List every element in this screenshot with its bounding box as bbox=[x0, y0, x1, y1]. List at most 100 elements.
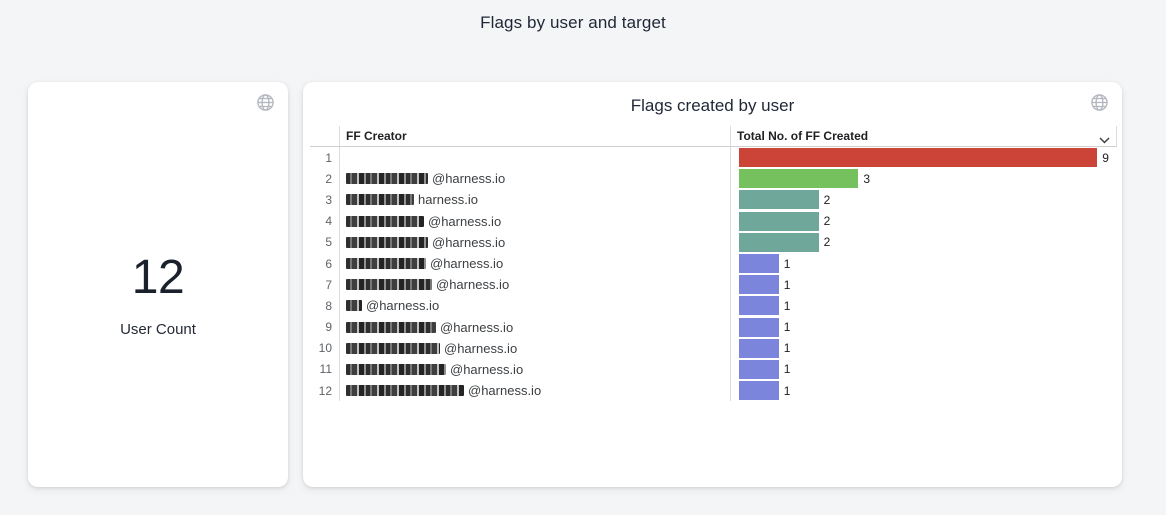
bar bbox=[739, 318, 779, 337]
email-suffix: @harness.io bbox=[444, 341, 517, 356]
redacted-email-block bbox=[346, 364, 446, 375]
bar-cell: 1 bbox=[730, 295, 1117, 316]
bar bbox=[739, 169, 858, 188]
bar-cell: 1 bbox=[730, 274, 1117, 295]
row-index: 10 bbox=[310, 338, 339, 359]
redacted-email-block bbox=[346, 194, 414, 205]
bar bbox=[739, 360, 779, 379]
flags-table: FF Creator Total No. of FF Created 1 9 2 bbox=[310, 126, 1117, 401]
bar bbox=[739, 254, 779, 273]
redacted-email-block bbox=[346, 173, 428, 184]
row-index: 5 bbox=[310, 232, 339, 253]
ff-creator-cell bbox=[339, 147, 730, 168]
card-title: Flags created by user bbox=[303, 96, 1122, 116]
table-header-row: FF Creator Total No. of FF Created bbox=[310, 126, 1117, 147]
email-suffix: @harness.io bbox=[436, 277, 509, 292]
table-row: 10 @harness.io 1 bbox=[310, 338, 1117, 359]
row-index: 11 bbox=[310, 359, 339, 380]
table-row: 1 9 bbox=[310, 147, 1117, 168]
user-count-label: User Count bbox=[120, 321, 196, 338]
ff-creator-cell: @harness.io bbox=[339, 295, 730, 316]
email-suffix: @harness.io bbox=[440, 320, 513, 335]
ff-creator-cell: @harness.io bbox=[339, 211, 730, 232]
bar-cell: 2 bbox=[730, 211, 1117, 232]
ff-creator-cell: @harness.io bbox=[339, 232, 730, 253]
redacted-email-block bbox=[346, 258, 426, 269]
redacted-email-block bbox=[346, 279, 432, 290]
bar-value-label: 2 bbox=[824, 235, 831, 249]
email-suffix: @harness.io bbox=[432, 235, 505, 250]
row-index: 4 bbox=[310, 211, 339, 232]
bar-value-label: 2 bbox=[824, 193, 831, 207]
bar bbox=[739, 233, 819, 252]
bar bbox=[739, 381, 779, 400]
bar-cell: 9 bbox=[730, 147, 1117, 168]
ff-creator-cell: harness.io bbox=[339, 189, 730, 210]
flags-table-body: 1 9 2 @harness.io 3 3 harness.io 2 bbox=[310, 147, 1117, 401]
table-row: 11 @harness.io 1 bbox=[310, 359, 1117, 380]
bar-value-label: 1 bbox=[784, 278, 791, 292]
bar bbox=[739, 190, 819, 209]
bar-value-label: 1 bbox=[784, 362, 791, 376]
flags-created-card: Flags created by user FF Creator Total N… bbox=[303, 82, 1122, 487]
redacted-email-block bbox=[346, 237, 428, 248]
row-number-header bbox=[310, 126, 339, 146]
bar bbox=[739, 296, 779, 315]
bar-cell: 1 bbox=[730, 380, 1117, 401]
row-index: 2 bbox=[310, 168, 339, 189]
row-index: 9 bbox=[310, 317, 339, 338]
ff-creator-cell: @harness.io bbox=[339, 380, 730, 401]
bar-value-label: 1 bbox=[784, 384, 791, 398]
bar-value-label: 1 bbox=[784, 341, 791, 355]
row-index: 8 bbox=[310, 295, 339, 316]
user-count-stat: 12 User Count bbox=[28, 82, 288, 487]
bar-cell: 1 bbox=[730, 338, 1117, 359]
redacted-email-block bbox=[346, 343, 440, 354]
bar-value-label: 9 bbox=[1102, 151, 1109, 165]
redacted-email-block bbox=[346, 322, 436, 333]
row-index: 7 bbox=[310, 274, 339, 295]
column-header-total-ff-created[interactable]: Total No. of FF Created bbox=[737, 129, 868, 143]
page-title: Flags by user and target bbox=[0, 13, 1146, 33]
bar-cell: 2 bbox=[730, 189, 1117, 210]
user-count-card: 12 User Count bbox=[28, 82, 288, 487]
redacted-email-block bbox=[346, 216, 424, 227]
bar-cell: 1 bbox=[730, 359, 1117, 380]
row-index: 1 bbox=[310, 147, 339, 168]
chevron-down-icon[interactable] bbox=[1099, 131, 1110, 149]
bar-cell: 1 bbox=[730, 253, 1117, 274]
bar-cell: 1 bbox=[730, 317, 1117, 338]
row-index: 6 bbox=[310, 253, 339, 274]
email-suffix: @harness.io bbox=[468, 383, 541, 398]
row-index: 12 bbox=[310, 380, 339, 401]
table-row: 8 @harness.io 1 bbox=[310, 295, 1117, 316]
bar-cell: 3 bbox=[730, 168, 1117, 189]
email-suffix: @harness.io bbox=[428, 214, 501, 229]
ff-creator-cell: @harness.io bbox=[339, 338, 730, 359]
table-row: 2 @harness.io 3 bbox=[310, 168, 1117, 189]
bar-value-label: 3 bbox=[863, 172, 870, 186]
bar-value-label: 2 bbox=[824, 214, 831, 228]
ff-creator-cell: @harness.io bbox=[339, 253, 730, 274]
email-suffix: @harness.io bbox=[432, 171, 505, 186]
column-header-ff-creator[interactable]: FF Creator bbox=[346, 129, 407, 143]
bar bbox=[739, 212, 819, 231]
table-row: 6 @harness.io 1 bbox=[310, 253, 1117, 274]
email-suffix: @harness.io bbox=[450, 362, 523, 377]
ff-creator-cell: @harness.io bbox=[339, 168, 730, 189]
table-row: 4 @harness.io 2 bbox=[310, 211, 1117, 232]
user-count-value: 12 bbox=[132, 250, 184, 305]
email-suffix: @harness.io bbox=[366, 298, 439, 313]
bar bbox=[739, 339, 779, 358]
bar-cell: 2 bbox=[730, 232, 1117, 253]
bar-value-label: 1 bbox=[784, 257, 791, 271]
bar bbox=[739, 275, 779, 294]
bar-value-label: 1 bbox=[784, 299, 791, 313]
table-row: 12 @harness.io 1 bbox=[310, 380, 1117, 401]
table-row: 3 harness.io 2 bbox=[310, 189, 1117, 210]
row-index: 3 bbox=[310, 189, 339, 210]
email-suffix: @harness.io bbox=[430, 256, 503, 271]
redacted-email-block bbox=[346, 300, 362, 311]
email-suffix: harness.io bbox=[418, 192, 478, 207]
redacted-email-block bbox=[346, 385, 464, 396]
